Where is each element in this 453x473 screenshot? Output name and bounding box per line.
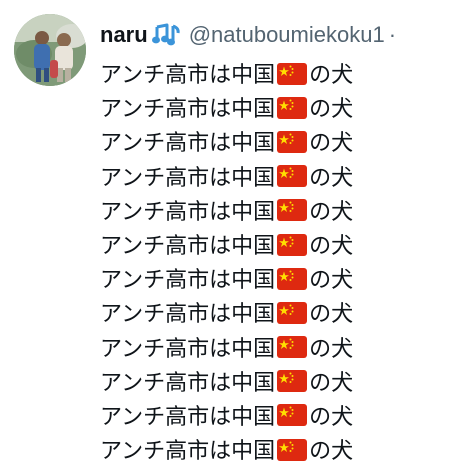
musical-notes-icon: [151, 22, 181, 48]
line-text: の犬: [309, 234, 354, 260]
china-flag-icon: [275, 300, 309, 325]
tweet-header: naru @natuboumiekoku1 ·: [100, 20, 396, 50]
china-flag-icon: [275, 95, 309, 120]
tweet-text-line: アンチ高市は中国 の犬: [100, 90, 353, 124]
line-text: アンチ高市は中国: [100, 370, 276, 396]
line-text: の犬: [309, 131, 354, 157]
line-text: の犬: [309, 165, 354, 191]
line-text: の犬: [309, 439, 354, 465]
line-text: の犬: [309, 199, 354, 225]
china-flag-icon: [275, 437, 309, 462]
tweet-text-line: アンチ高市は中国 の犬: [100, 193, 353, 227]
tweet-text-line: アンチ高市は中国 の犬: [100, 159, 353, 193]
tweet-text: アンチ高市は中国 の犬 アンチ高市は中国 の犬 アンチ高市は中国 の犬 アンチ高…: [100, 56, 353, 466]
tweet: naru @natuboumiekoku1 · アンチ高市は中国 の犬 アンチ高…: [0, 0, 453, 473]
tweet-text-line: アンチ高市は中国 の犬: [100, 56, 353, 90]
tweet-text-line: アンチ高市は中国 の犬: [100, 364, 353, 398]
line-text: アンチ高市は中国: [100, 131, 276, 157]
avatar-photo: [14, 14, 86, 86]
tweet-text-line: アンチ高市は中国 の犬: [100, 432, 353, 466]
tweet-text-line: アンチ高市は中国 の犬: [100, 124, 353, 158]
china-flag-icon: [275, 197, 309, 222]
tweet-text-line: アンチ高市は中国 の犬: [100, 261, 353, 295]
line-text: の犬: [309, 404, 354, 430]
tweet-text-line: アンチ高市は中国 の犬: [100, 330, 353, 364]
line-text: の犬: [309, 268, 354, 294]
line-text: アンチ高市は中国: [100, 199, 276, 225]
header-separator: ·: [388, 22, 397, 47]
china-flag-icon: [275, 61, 309, 86]
china-flag-icon: [275, 129, 309, 154]
line-text: アンチ高市は中国: [100, 302, 276, 328]
avatar[interactable]: [14, 14, 86, 86]
line-text: の犬: [309, 97, 354, 123]
line-text: アンチ高市は中国: [100, 268, 276, 294]
tweet-text-line: アンチ高市は中国 の犬: [100, 398, 353, 432]
china-flag-icon: [275, 402, 309, 427]
line-text: アンチ高市は中国: [100, 336, 276, 362]
line-text: の犬: [309, 336, 354, 362]
user-handle[interactable]: @natuboumiekoku1: [189, 22, 385, 48]
china-flag-icon: [275, 232, 309, 257]
line-text: アンチ高市は中国: [100, 165, 276, 191]
line-text: アンチ高市は中国: [100, 63, 276, 89]
china-flag-icon: [275, 266, 309, 291]
line-text: アンチ高市は中国: [100, 439, 276, 465]
tweet-text-line: アンチ高市は中国 の犬: [100, 295, 353, 329]
china-flag-icon: [275, 334, 309, 359]
display-name[interactable]: naru: [100, 22, 148, 48]
line-text: の犬: [309, 370, 354, 396]
line-text: アンチ高市は中国: [100, 234, 276, 260]
line-text: アンチ高市は中国: [100, 404, 276, 430]
tweet-text-line: アンチ高市は中国 の犬: [100, 227, 353, 261]
line-text: アンチ高市は中国: [100, 97, 276, 123]
china-flag-icon: [275, 163, 309, 188]
china-flag-icon: [275, 368, 309, 393]
line-text: の犬: [309, 302, 354, 328]
line-text: の犬: [309, 63, 354, 89]
